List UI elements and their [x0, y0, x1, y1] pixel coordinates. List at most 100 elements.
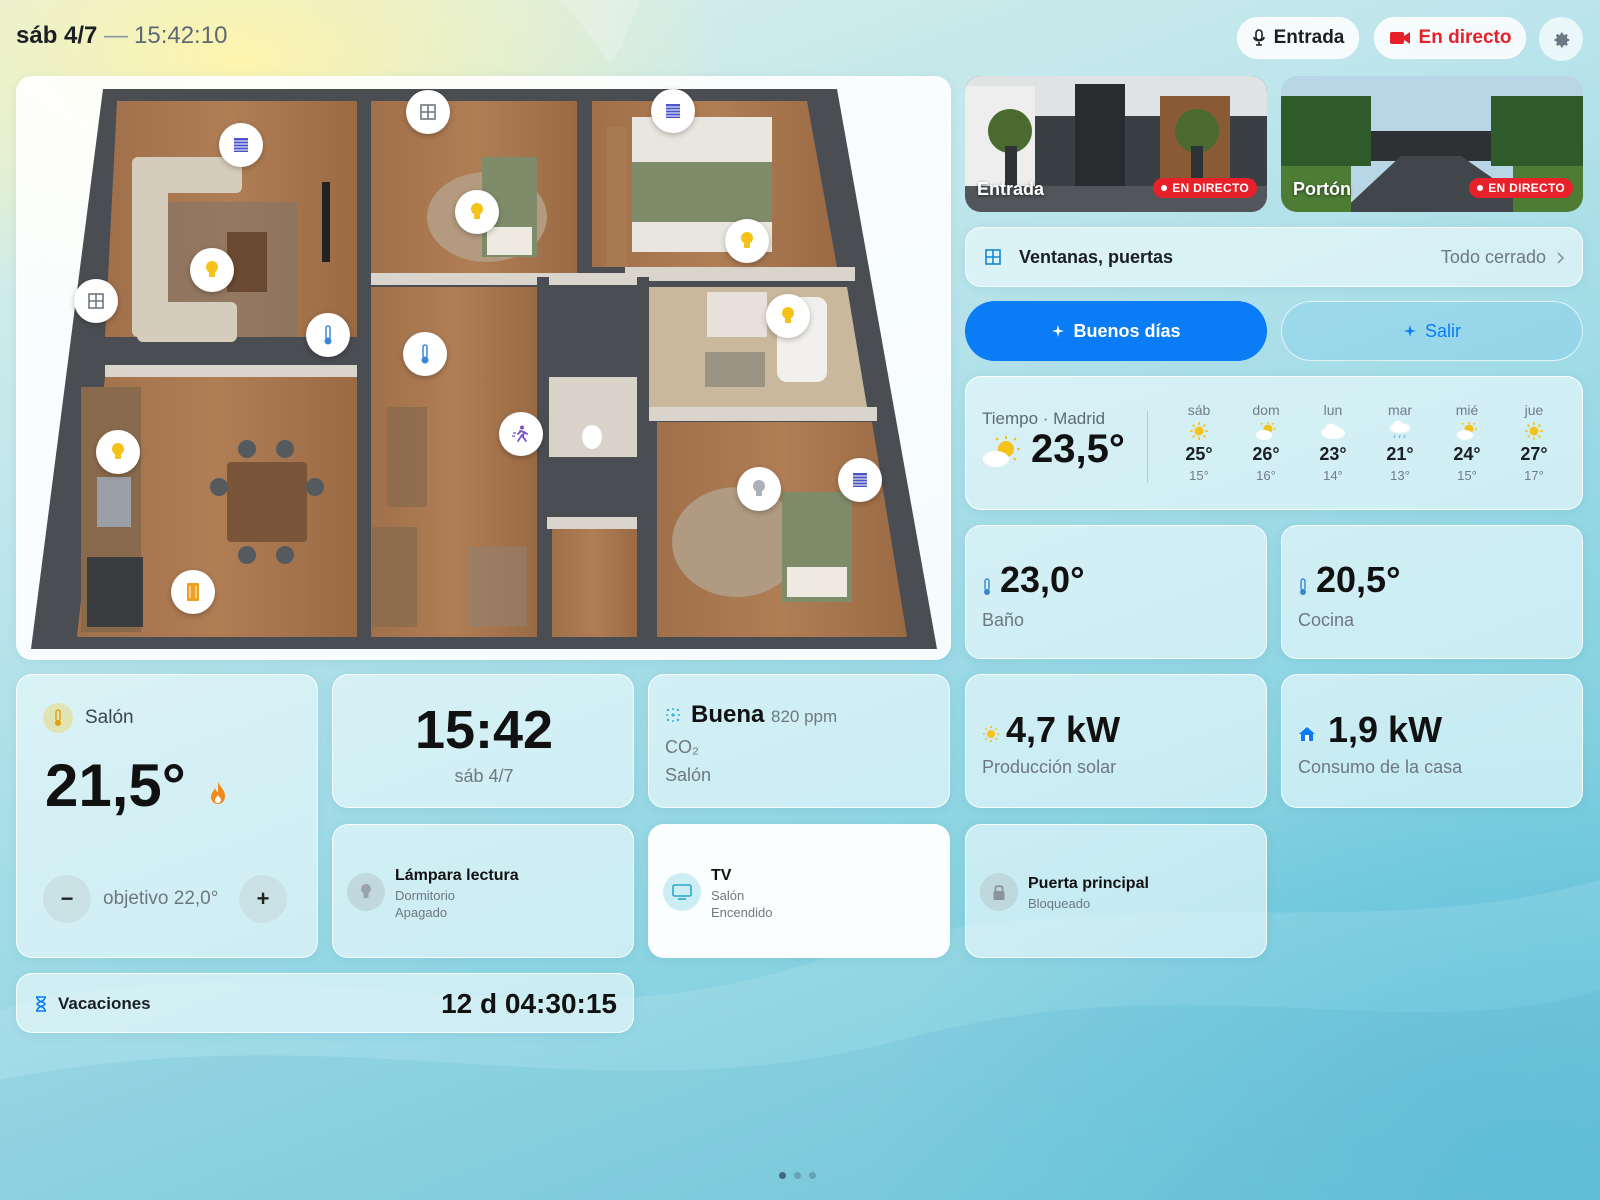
bulb-icon	[471, 203, 483, 219]
weather-divider	[1147, 411, 1148, 483]
camera-porton-badge-text: EN DIRECTO	[1488, 181, 1565, 195]
camera-entrada-live-badge: EN DIRECTO	[1153, 178, 1257, 198]
thermostat-plus-glyph: +	[256, 886, 270, 911]
thermostat-target: objetivo 22,0°	[103, 888, 219, 909]
air-quality-card[interactable]: Buena 820 ppm CO₂ Salón	[648, 674, 950, 808]
thermostat-increase-button[interactable]: +	[239, 875, 287, 923]
scene-good-morning-label: Buenos días	[1073, 320, 1181, 341]
forecast-low: 14°	[1323, 468, 1343, 483]
clock-date: sáb 4/7	[454, 766, 514, 786]
device-card-door[interactable]: Puerta principal Bloqueado	[965, 824, 1267, 958]
tv-room: Salón	[711, 888, 745, 903]
weather-title: Tiempo · Madrid	[982, 409, 1106, 428]
lamp-icon-wrap	[347, 873, 385, 911]
forecast-high: 21°	[1386, 444, 1414, 464]
entrada-intercom-button[interactable]: Entrada	[1237, 17, 1359, 59]
rain-icon	[1372, 418, 1428, 444]
forecast-high: 24°	[1453, 444, 1481, 464]
tv-icon	[672, 884, 692, 900]
window-marker-study[interactable]	[406, 90, 450, 134]
tv-icon-wrap	[663, 873, 701, 911]
tv-name: TV	[711, 867, 732, 884]
header-date: sáb 4/7	[16, 22, 98, 49]
thermostat-icon-wrap	[43, 703, 73, 733]
forecast-low: 17°	[1524, 468, 1544, 483]
camera-porton-live-badge: EN DIRECTO	[1469, 178, 1573, 198]
air-quality-room: Salón	[665, 765, 712, 785]
hourglass-icon	[36, 996, 46, 1012]
solar-label: Producción solar	[982, 757, 1117, 777]
thermometer-marker-hall[interactable]	[403, 332, 447, 376]
door-name: Puerta principal	[1028, 875, 1149, 892]
door-marker-entrance[interactable]	[171, 570, 215, 614]
thermometer-icon	[324, 325, 332, 345]
motion-marker-hall[interactable]	[499, 412, 543, 456]
device-card-tv[interactable]: TV Salón Encendido	[648, 824, 950, 958]
shutter-icon	[234, 138, 248, 152]
shutter-marker-bedroom[interactable]	[651, 89, 695, 133]
forecast-low: 15°	[1189, 468, 1209, 483]
page-indicator[interactable]	[779, 1172, 816, 1179]
camera-porton[interactable]: Portón EN DIRECTO	[1281, 76, 1583, 212]
house-consumption-card[interactable]: 1,9 kW Consumo de la casa	[1281, 674, 1583, 808]
bulb-icon	[782, 307, 794, 323]
solar-card[interactable]: 4,7 kW Producción solar	[965, 674, 1267, 808]
sun-icon	[1171, 418, 1227, 444]
thermostat-decrease-button[interactable]: −	[43, 875, 91, 923]
light-marker-bathroom[interactable]	[766, 294, 810, 338]
air-icon	[666, 708, 680, 722]
floorplan-image	[31, 89, 937, 649]
tv-state: Encendido	[711, 905, 773, 920]
page-dot-3[interactable]	[809, 1172, 816, 1179]
openings-row[interactable]: Ventanas, puertas Todo cerrado	[965, 227, 1583, 287]
temp-cocina-label: Cocina	[1298, 610, 1355, 630]
floorplan-card	[16, 76, 951, 660]
live-button[interactable]: En directo	[1374, 17, 1526, 59]
vacation-countdown-card[interactable]: Vacaciones 12 d 04:30:15	[16, 973, 634, 1033]
light-marker-bedroom-small[interactable]	[455, 190, 499, 234]
live-button-label: En directo	[1418, 27, 1512, 48]
camera-entrada-badge-text: EN DIRECTO	[1172, 181, 1249, 195]
window-marker-living[interactable]	[74, 279, 118, 323]
house-consumption-value: 1,9 kW	[1328, 709, 1443, 750]
weather-current-temp: 23,5°	[1031, 427, 1125, 471]
thermostat-card[interactable]: Salón 21,5° − objetivo 22,0° +	[16, 674, 318, 958]
light-marker-kitchen[interactable]	[96, 430, 140, 474]
clock-card: 15:42 sáb 4/7	[332, 674, 634, 808]
entrada-button-label: Entrada	[1273, 27, 1345, 48]
page-dot-2[interactable]	[794, 1172, 801, 1179]
thermometer-icon	[984, 578, 990, 595]
scene-leave-label: Salir	[1424, 320, 1461, 341]
bulb-icon	[112, 443, 124, 459]
forecast-low: 13°	[1390, 468, 1410, 483]
sun-icon	[1506, 418, 1562, 444]
forecast-day-jue: jue 27° 17°	[1506, 402, 1562, 483]
shutter-marker-bedroom-2[interactable]	[838, 458, 882, 502]
forecast-day-label: dom	[1252, 402, 1280, 418]
thermometer-marker-living[interactable]	[306, 313, 350, 357]
cloud-icon	[1305, 418, 1361, 444]
scene-leave-button[interactable]: Salir	[1281, 301, 1583, 361]
page-dot-1[interactable]	[779, 1172, 786, 1179]
scene-good-morning-button[interactable]: Buenos días	[965, 301, 1267, 361]
shutter-marker-living[interactable]	[219, 123, 263, 167]
temp-card-bano[interactable]: 23,0° Baño	[965, 525, 1267, 659]
thermometer-icon	[55, 709, 61, 726]
solar-value: 4,7 kW	[1006, 709, 1121, 750]
sun-icon	[983, 726, 999, 742]
camera-entrada-label: Entrada	[977, 179, 1045, 199]
settings-button[interactable]	[1539, 17, 1583, 61]
camera-porton-label: Portón	[1293, 179, 1351, 199]
forecast-high: 25°	[1185, 444, 1213, 464]
light-marker-living[interactable]	[190, 248, 234, 292]
air-quality-gas: CO₂	[665, 737, 699, 757]
air-quality-ppm: 820 ppm	[771, 707, 838, 726]
forecast-day-label: lun	[1323, 402, 1343, 418]
camera-entrada[interactable]: Entrada EN DIRECTO	[965, 76, 1267, 212]
device-card-lamp[interactable]: Lámpara lectura Dormitorio Apagado	[332, 824, 634, 958]
temp-card-cocina[interactable]: 20,5° Cocina	[1281, 525, 1583, 659]
light-marker-master-bedroom[interactable]	[725, 219, 769, 263]
light-marker-bedroom-2[interactable]	[737, 467, 781, 511]
forecast-high: 27°	[1520, 444, 1548, 464]
microphone-icon	[1252, 29, 1265, 46]
